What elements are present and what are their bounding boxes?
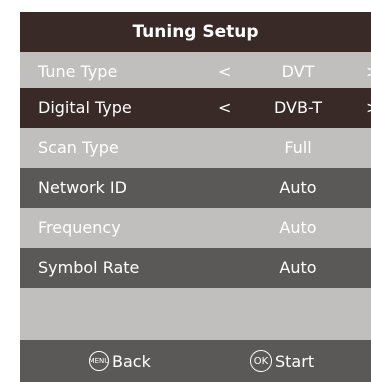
footer-bar: MENU Back OK Start: [20, 340, 371, 382]
row-label: Digital Type: [38, 98, 132, 117]
row-label: Symbol Rate: [38, 258, 140, 277]
row-frequency[interactable]: Frequency Auto: [20, 208, 371, 248]
row-value: DVB-T: [273, 98, 323, 117]
row-network-id[interactable]: Network ID Auto: [20, 168, 371, 208]
back-button[interactable]: MENU Back: [89, 340, 151, 382]
ok-key-icon: OK: [250, 350, 272, 372]
row-label: Frequency: [38, 218, 121, 237]
row-value: Auto: [279, 218, 317, 237]
arrow-left-icon[interactable]: <: [218, 52, 231, 92]
start-button[interactable]: OK Start: [250, 340, 314, 382]
row-value: Auto: [279, 178, 317, 197]
row-value: DVT: [281, 62, 315, 81]
row-digital-type[interactable]: Digital Type < DVB-T >: [20, 88, 371, 128]
row-label: Scan Type: [38, 138, 119, 157]
row-symbol-rate[interactable]: Symbol Rate Auto: [20, 248, 371, 288]
arrow-left-icon[interactable]: <: [218, 88, 231, 128]
row-scan-type[interactable]: Scan Type Full: [20, 128, 371, 168]
back-label: Back: [112, 351, 151, 371]
row-label: Network ID: [38, 178, 127, 197]
arrow-right-icon[interactable]: >: [366, 52, 371, 92]
start-label: Start: [275, 351, 315, 371]
tuning-setup-menu: Tuning Setup Tune Type < DVT > Digital T…: [20, 12, 371, 382]
row-tune-type[interactable]: Tune Type < DVT >: [20, 52, 371, 92]
arrow-right-icon[interactable]: >: [366, 88, 371, 128]
menu-title: Tuning Setup: [20, 12, 371, 52]
row-value: Auto: [279, 258, 317, 277]
row-value: Full: [284, 138, 312, 157]
empty-row: [20, 288, 371, 340]
row-label: Tune Type: [38, 62, 118, 81]
menu-key-icon: MENU: [89, 351, 109, 371]
